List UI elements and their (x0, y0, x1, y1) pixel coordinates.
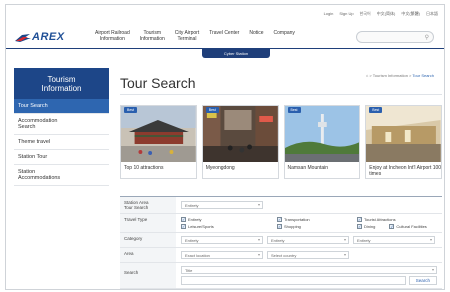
checkbox-shopping[interactable]: ✓ Shopping (277, 224, 343, 229)
gnb-tourism[interactable]: Tourism Information (135, 30, 170, 42)
category-select-3[interactable]: Entirety (353, 236, 435, 244)
breadcrumb: ⌂ > Tourism Information > Tour Search (365, 73, 434, 78)
page-frame: Login Sign Up 한국어 中文(简体) 中文(繁體) 日本語 AREX… (5, 4, 445, 290)
site-search-input[interactable]: ⚲ (356, 31, 434, 43)
gnb-notice[interactable]: Notice (244, 30, 268, 42)
gnb-company[interactable]: Company (269, 30, 300, 42)
form-row-area: Area Exact location Select country (120, 248, 442, 263)
checkbox-icon: ✓ (181, 217, 186, 222)
card-caption: Enjoy at Incheon Int'l Airport 100 times (369, 165, 442, 177)
sidebar-nav: Tour Search Accommodation Search Theme t… (14, 99, 109, 186)
best-badge: Best (124, 107, 138, 113)
sidebar-title-text: Tourism Information (41, 75, 82, 93)
best-badge: Best (287, 107, 301, 113)
myeongdong-photo (202, 106, 278, 162)
search-values: Title Search (176, 263, 442, 288)
area-label: Area (120, 248, 176, 262)
category-select-1[interactable]: Entirety (181, 236, 263, 244)
station-label: Station Area Tour Search (120, 197, 176, 213)
search-button[interactable]: Search (408, 276, 437, 285)
home-icon[interactable]: ⌂ (366, 73, 368, 78)
cyber-station-tab[interactable]: Cyber Station (202, 49, 270, 58)
breadcrumb-current: Tour Search (412, 73, 434, 78)
area-select-location[interactable]: Exact location (181, 251, 263, 259)
card-caption: Myeongdong (205, 165, 235, 171)
search-label: Search (120, 263, 176, 288)
lang-ja-link[interactable]: 日本語 (426, 11, 438, 17)
sidebar-item-tour-search[interactable]: Tour Search (14, 99, 109, 114)
checkbox-icon: ✓ (277, 217, 282, 222)
signup-link[interactable]: Sign Up (339, 11, 353, 17)
keyword-input[interactable] (181, 276, 406, 285)
sidebar-title: Tourism Information (14, 68, 109, 99)
tour-card[interactable]: Best Top 10 attractions (120, 105, 197, 179)
lang-zh-cn-link[interactable]: 中文(简体) (377, 11, 396, 17)
lang-zh-tw-link[interactable]: 中文(繁體) (401, 11, 420, 17)
sidebar-item-station-accommodations[interactable]: Station Accommodations (14, 165, 109, 186)
card-caption: Namsan Mountain (287, 165, 329, 171)
sidebar-item-accommodation-search[interactable]: Accommodation Search (14, 114, 109, 135)
tour-card-list: Best Top 10 attractions Best Myeongdong (120, 105, 442, 179)
travel-type-options: ✓ Entirety ✓ Transportation ✓ Tourist Attra… (176, 214, 442, 232)
search-input-row: Search (181, 276, 437, 285)
global-nav: Airport Railroad Information Tourism Inf… (90, 30, 300, 42)
search-scope-select[interactable]: Title (181, 266, 437, 274)
search-icon[interactable]: ⚲ (425, 34, 429, 41)
logo-mark-icon (15, 34, 31, 42)
checkbox-dining[interactable]: ✓ Dining (357, 224, 375, 229)
category-values: Entirety Entirety Entirety (176, 233, 442, 247)
station-value: Entirety (176, 197, 442, 213)
tour-card[interactable]: Best Myeongdong (201, 105, 279, 179)
title-divider (120, 94, 442, 95)
category-label: Category (120, 233, 176, 247)
checkbox-cultural-facilities[interactable]: ✓ Cultural Facilities (389, 224, 427, 229)
checkbox-icon: ✓ (277, 224, 282, 229)
breadcrumb-item[interactable]: Tourism Information (373, 73, 408, 78)
tour-card[interactable]: Best Namsan Mountain (283, 105, 361, 179)
checkbox-leisure-sports[interactable]: ✓ Leisure/Sports (181, 224, 263, 229)
category-select-2[interactable]: Entirety (267, 236, 349, 244)
sidebar-item-station-tour[interactable]: Station Tour (14, 150, 109, 165)
logo-text: AREX (32, 31, 65, 43)
best-badge: Best (369, 107, 383, 113)
form-row-travel-type: Travel Type ✓ Entirety ✓ Transportation ✓ T… (120, 214, 442, 233)
sidebar-item-theme-travel[interactable]: Theme travel (14, 135, 109, 150)
tour-search-form: Station Area Tour Search Entirety Travel… (120, 196, 442, 289)
checkbox-icon: ✓ (389, 224, 395, 229)
namsan-photo (284, 106, 360, 162)
tour-card[interactable]: Best Enjoy at Incheon Int'l Airport 100 … (365, 105, 442, 179)
arex-logo[interactable]: AREX (14, 31, 78, 45)
form-row-search: Search Title Search (120, 263, 442, 289)
travel-type-label: Travel Type (120, 214, 176, 232)
form-row-station: Station Area Tour Search Entirety (120, 197, 442, 214)
checkbox-entirety[interactable]: ✓ Entirety (181, 217, 263, 222)
gnb-travel-center[interactable]: Travel Center (204, 30, 244, 42)
login-link[interactable]: Login (324, 11, 334, 17)
checkbox-icon: ✓ (357, 217, 362, 222)
incheon-airport-photo (366, 106, 441, 162)
checkbox-transportation[interactable]: ✓ Transportation (277, 217, 343, 222)
form-row-category: Category Entirety Entirety Entirety (120, 233, 442, 248)
gnb-airport-railroad[interactable]: Airport Railroad Information (90, 30, 135, 42)
checkbox-tourist-attractions[interactable]: ✓ Tourist Attractions (357, 217, 396, 222)
station-select[interactable]: Entirety (181, 201, 263, 209)
lang-ko-link[interactable]: 한국어 (360, 11, 371, 17)
page-title: Tour Search (120, 75, 196, 91)
gyeongbokgung-photo (121, 106, 196, 162)
checkbox-icon: ✓ (181, 224, 186, 229)
area-values: Exact location Select country (176, 248, 442, 262)
area-select-country[interactable]: Select country (267, 251, 349, 259)
card-caption: Top 10 attractions (124, 165, 164, 171)
gnb-city-terminal[interactable]: City Airport Terminal (170, 30, 204, 42)
checkbox-icon: ✓ (357, 224, 362, 229)
best-badge: Best (205, 107, 219, 113)
utility-nav: Login Sign Up 한국어 中文(简体) 中文(繁體) 日本語 (324, 11, 438, 17)
